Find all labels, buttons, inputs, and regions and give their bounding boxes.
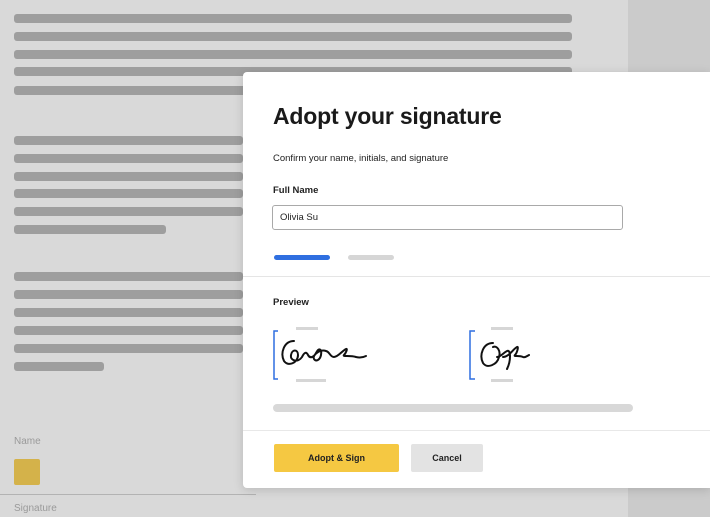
- initials-preview: [467, 327, 567, 383]
- text-line: [14, 32, 572, 41]
- text-line: [14, 362, 104, 371]
- full-name-label: Full Name: [273, 185, 319, 196]
- disclosure-bar: [273, 404, 633, 412]
- full-name-input[interactable]: [272, 205, 623, 230]
- text-line: [14, 290, 243, 299]
- dialog-subtitle: Confirm your name, initials, and signatu…: [273, 153, 449, 164]
- signature-image: [273, 327, 367, 382]
- text-line: [14, 308, 243, 317]
- text-line: [14, 326, 243, 335]
- text-line: [14, 344, 243, 353]
- adopt-and-sign-button[interactable]: Adopt & Sign: [274, 444, 399, 472]
- adopt-signature-dialog: Adopt your signature Confirm your name, …: [243, 72, 710, 488]
- signature-field-label: Signature: [14, 503, 57, 514]
- name-field-tag[interactable]: [14, 459, 40, 485]
- text-line: [14, 136, 243, 145]
- text-line: [14, 172, 243, 181]
- name-field-label: Name: [14, 436, 41, 447]
- text-line: [14, 272, 243, 281]
- dialog-title: Adopt your signature: [273, 103, 502, 129]
- divider: [243, 430, 710, 431]
- text-line: [14, 189, 243, 198]
- tab-draw[interactable]: [348, 255, 394, 260]
- text-line: [14, 225, 166, 234]
- initials-image: [469, 327, 530, 382]
- divider: [0, 494, 256, 495]
- text-line: [14, 207, 243, 216]
- cancel-button[interactable]: Cancel: [411, 444, 483, 472]
- tab-select-style[interactable]: [274, 255, 330, 260]
- preview-label: Preview: [273, 297, 309, 308]
- text-line: [14, 50, 572, 59]
- text-line: [14, 154, 243, 163]
- text-line: [14, 14, 572, 23]
- divider: [243, 276, 710, 277]
- signature-preview: [272, 327, 372, 383]
